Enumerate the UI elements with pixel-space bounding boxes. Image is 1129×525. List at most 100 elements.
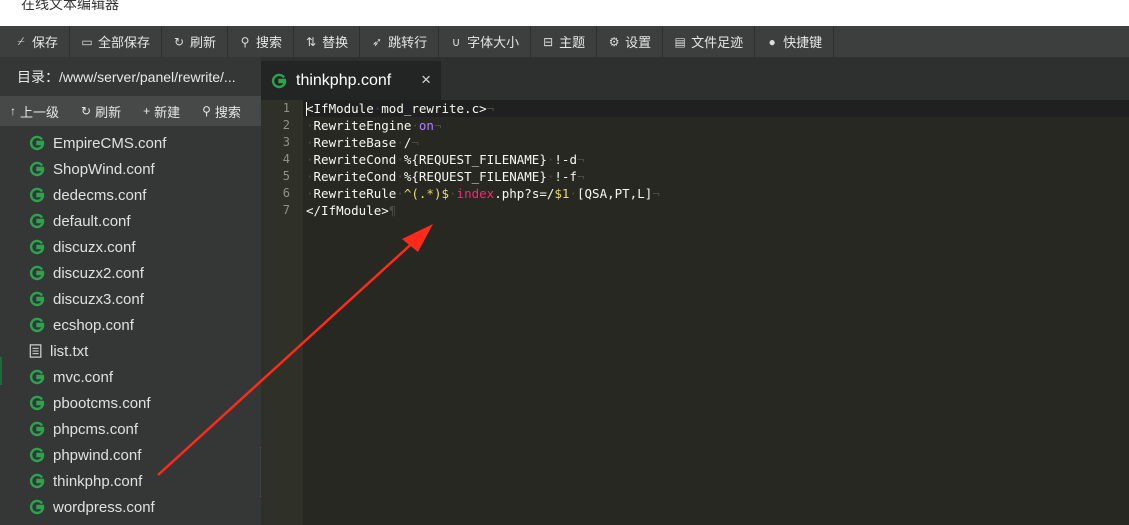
toolbar-button-label: 全部保存 [98, 35, 151, 50]
file-item[interactable]: default.conf [0, 208, 261, 234]
nginx-conf-icon [29, 213, 45, 229]
toolbar-button-7[interactable]: ⊟ 主题 [531, 26, 598, 57]
file-item[interactable]: ShopWind.conf [0, 156, 261, 182]
file-item[interactable]: phpwind.conf [0, 442, 261, 468]
sidebar-tool-1[interactable]: ↻ 刷新 [81, 102, 121, 121]
code-token: %{REQUEST_FILENAME} [403, 152, 547, 167]
code-token: ^(.*)$ [403, 186, 450, 201]
title-bar: 在线文本编辑器 [0, 0, 1129, 26]
code-token: RewriteBase [313, 135, 397, 150]
scroll-marker [0, 357, 2, 385]
file-item[interactable]: mvc.conf [0, 364, 261, 390]
whitespace-marker: · [306, 186, 314, 201]
line-number: 3 [282, 135, 290, 149]
toolbar-button-9[interactable]: ▤ 文件足迹 [663, 26, 756, 57]
toolbar-button-label: 主题 [559, 35, 586, 50]
toolbar-button-3[interactable]: ⚲ 搜索 [228, 26, 295, 57]
code-token: </IfModule> [306, 203, 389, 218]
code-token: [QSA,PT,L] [577, 186, 653, 201]
tab-title: thinkphp.conf [296, 71, 392, 89]
file-item[interactable]: discuzx.conf [0, 234, 261, 260]
refresh-icon: ↻ [174, 34, 185, 49]
code-line[interactable]: ·RewriteRule·^(.*)$·index.php?s=/$1·[QSA… [306, 186, 660, 201]
file-item[interactable]: wordpress.conf [0, 494, 261, 520]
toolbar-button-2[interactable]: ↻ 刷新 [162, 26, 229, 57]
file-item[interactable]: thinkphp.conf [0, 468, 261, 494]
toolbar-button-8[interactable]: ⚙ 设置 [597, 26, 664, 57]
toolbar-button-label: 刷新 [190, 35, 217, 50]
whitespace-marker: · [306, 135, 314, 150]
file-item[interactable]: dedecms.conf [0, 182, 261, 208]
toolbar-button-label: 跳转行 [388, 35, 428, 50]
toolbar-button-10[interactable]: ● 快捷键 [755, 26, 835, 57]
gear-icon: ⚙ [608, 34, 620, 49]
file-item[interactable]: discuzx3.conf [0, 286, 261, 312]
window-title: 在线文本编辑器 [21, 0, 119, 12]
line-number: 7 [282, 203, 290, 217]
online-text-editor-window: 在线文本编辑器 ⌿ 保存 ▭ 全部保存 ↻ 刷新 ⚲ 搜索 ⇅ 替换 ➶ 跳转行 ∪ 字体大小 ⊟ 主题 ⚙ 设置… [0, 0, 1129, 525]
whitespace-marker: · [569, 186, 577, 201]
close-tab-icon[interactable]: × [421, 70, 431, 90]
editor-tab-bar: thinkphp.conf × [261, 57, 1129, 100]
toolbar-button-label: 文件足迹 [691, 35, 744, 50]
code-token: index [456, 186, 495, 201]
whitespace-marker: · [449, 186, 457, 201]
tab-thinkphp-conf[interactable]: thinkphp.conf × [261, 61, 441, 100]
sidebar-toolbar: ↑ 上一级 ↻ 刷新 + 新建 ⚲ 搜索 [0, 96, 261, 126]
code-line[interactable]: <IfModule·mod_rewrite.c>¬ [306, 101, 494, 116]
toolbar-button-label: 字体大小 [467, 35, 520, 50]
file-name: ecshop.conf [53, 316, 134, 334]
file-item[interactable]: list.txt [0, 338, 261, 364]
toolbar-button-6[interactable]: ∪ 字体大小 [439, 26, 532, 57]
file-name: phpwind.conf [53, 446, 142, 464]
file-name: phpcms.conf [53, 420, 139, 438]
file-item[interactable]: discuzx2.conf [0, 260, 261, 286]
whitespace-marker: · [396, 135, 404, 150]
code-line[interactable]: ·RewriteEngine·on¬ [306, 118, 442, 133]
theme-icon: ⊟ [543, 34, 554, 49]
file-name: wordpress.conf [53, 498, 155, 516]
sidebar-tool-label: 新建 [154, 104, 181, 120]
toolbar-button-label: 替换 [322, 35, 349, 50]
whitespace-marker: · [306, 169, 314, 184]
keyboard-icon: ● [768, 34, 776, 49]
code-token: <IfModule [306, 101, 374, 116]
code-token: RewriteCond [313, 169, 397, 184]
sidebar-tool-2[interactable]: + 新建 [143, 102, 180, 121]
file-item[interactable]: pbootcms.conf [0, 390, 261, 416]
code-token: !-f [554, 169, 577, 184]
file-name: dedecms.conf [53, 186, 147, 204]
file-item[interactable]: phpcms.conf [0, 416, 261, 442]
text-cursor [306, 102, 307, 116]
code-token: RewriteCond [313, 152, 397, 167]
file-name: default.conf [53, 212, 131, 230]
sidebar-tool-0[interactable]: ↑ 上一级 [10, 102, 59, 121]
code-line[interactable]: ·RewriteCond·%{REQUEST_FILENAME}·!-d¬ [306, 152, 585, 167]
toolbar-button-0[interactable]: ⌿ 保存 [4, 26, 71, 57]
sidebar-tool-label: 上一级 [20, 104, 60, 120]
whitespace-marker: · [396, 186, 404, 201]
nginx-conf-icon [29, 317, 45, 333]
line-number-gutter: 1 2 3 4 5 6 7 [261, 100, 303, 525]
code-line[interactable]: ·RewriteBase·/¬ [306, 135, 419, 150]
file-name: list.txt [50, 342, 89, 360]
nginx-conf-icon [29, 161, 45, 177]
code-token: .php?s=/ [494, 186, 555, 201]
toolbar-button-4[interactable]: ⇅ 替换 [294, 26, 361, 57]
file-name: ShopWind.conf [53, 160, 155, 178]
nginx-conf-icon [271, 73, 287, 88]
toolbar-button-5[interactable]: ➶ 跳转行 [360, 26, 440, 57]
whitespace-marker: · [396, 169, 404, 184]
file-item[interactable]: ecshop.conf [0, 312, 261, 338]
file-item[interactable]: EmpireCMS.conf [0, 130, 261, 156]
toolbar-button-label: 搜索 [256, 35, 283, 50]
line-number: 6 [282, 186, 290, 200]
code-line[interactable]: ·RewriteCond·%{REQUEST_FILENAME}·!-f¬ [306, 169, 585, 184]
code-line[interactable]: </IfModule>¶ [306, 203, 396, 218]
code-editor[interactable]: 1234567 <IfModule·mod_rewrite.c>¬ ·Rewrit… [261, 100, 1129, 525]
whitespace-marker: ¬ [433, 118, 442, 133]
search-icon: ⚲ [202, 104, 211, 118]
code-token: RewriteEngine [313, 118, 412, 133]
sidebar-tool-3[interactable]: ⚲ 搜索 [202, 102, 241, 121]
toolbar-button-1[interactable]: ▭ 全部保存 [70, 26, 163, 57]
